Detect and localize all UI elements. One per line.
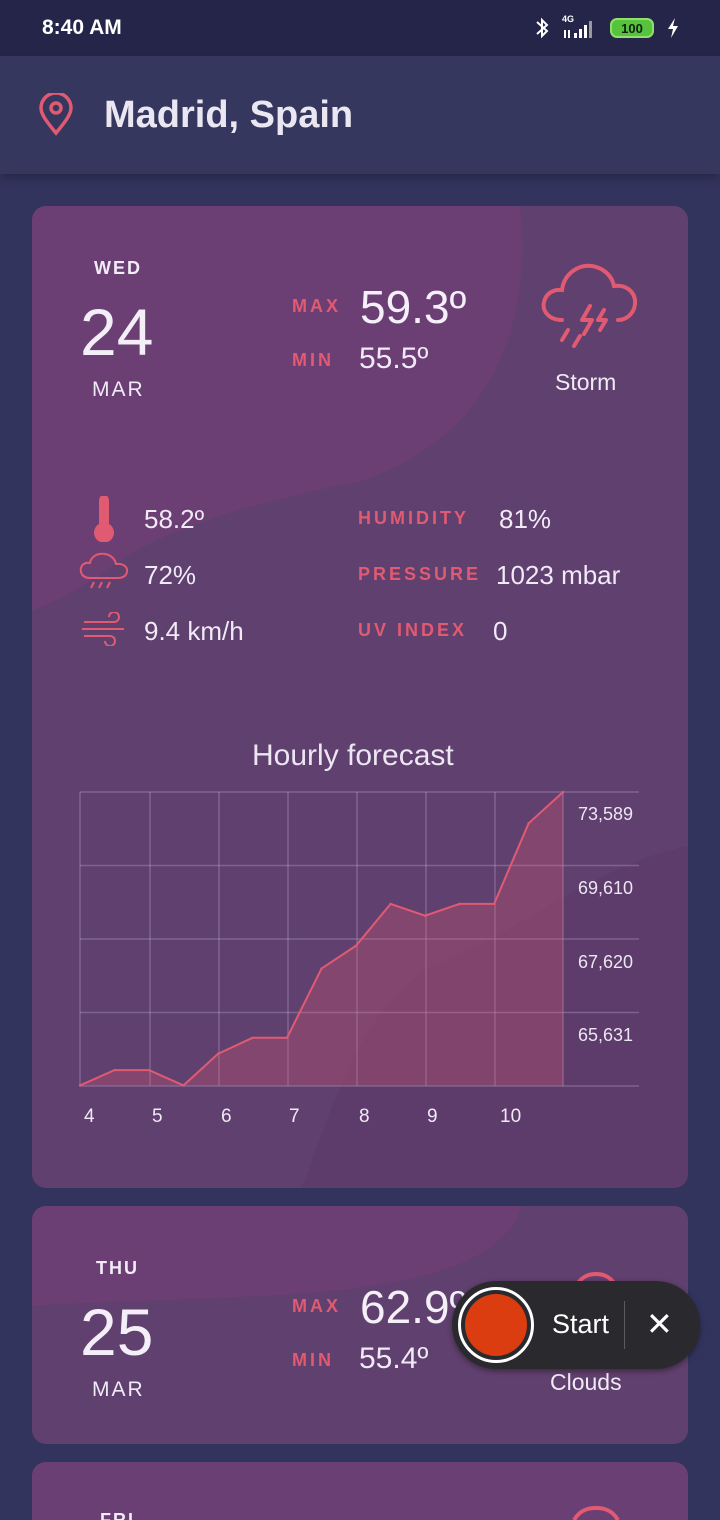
precipitation-value: 72% bbox=[144, 560, 197, 590]
month: MAR bbox=[92, 378, 145, 401]
data-point bbox=[147, 1068, 151, 1072]
bluetooth-icon bbox=[536, 17, 549, 39]
data-point bbox=[320, 967, 323, 970]
max-label: MAX bbox=[292, 1296, 341, 1316]
max-label: MAX bbox=[292, 296, 341, 316]
hourly-forecast-title: Hourly forecast bbox=[252, 739, 454, 772]
status-time: 8:40 AM bbox=[42, 16, 122, 39]
weather-icon bbox=[572, 1506, 620, 1520]
x-tick-label: 4 bbox=[84, 1106, 95, 1127]
signal-icon: 4G bbox=[562, 14, 598, 40]
month: MAR bbox=[92, 1378, 145, 1401]
uv-index-label: UV INDEX bbox=[358, 620, 468, 640]
data-point bbox=[216, 1052, 220, 1055]
y-tick-label: 73,589 bbox=[578, 804, 633, 824]
screen-recorder-control: Start ✕ bbox=[452, 1281, 700, 1369]
location-title: Madrid, Spain bbox=[104, 93, 354, 136]
max-temperature: 59.3º bbox=[360, 281, 467, 333]
min-label: MIN bbox=[292, 350, 334, 370]
data-point bbox=[561, 790, 565, 794]
x-tick-label: 10 bbox=[500, 1106, 521, 1127]
temperature-value: 58.2º bbox=[144, 504, 205, 534]
data-point bbox=[423, 914, 427, 917]
min-temperature: 55.4º bbox=[359, 1342, 429, 1375]
day-of-week: WED bbox=[94, 258, 142, 278]
hourly-forecast-chart: 65,631 67,620 69,610 73,589 4 5 6 7 8 9 10 bbox=[78, 790, 639, 1127]
x-tick-label: 8 bbox=[359, 1106, 370, 1127]
condition-label: Clouds bbox=[550, 1369, 622, 1395]
y-tick-label: 65,631 bbox=[578, 1025, 633, 1045]
status-bar: 8:40 AM 4G 100 bbox=[0, 0, 720, 56]
day-number: 25 bbox=[80, 1295, 154, 1369]
data-point bbox=[389, 902, 392, 906]
x-tick-label: 5 bbox=[152, 1106, 163, 1127]
charging-icon bbox=[668, 18, 678, 38]
battery-icon: 100 bbox=[610, 18, 654, 38]
close-icon[interactable]: ✕ bbox=[646, 1304, 673, 1344]
rain-cloud-icon bbox=[79, 552, 129, 589]
data-point bbox=[182, 1084, 185, 1087]
data-point bbox=[458, 902, 461, 906]
status-icons: 4G 100 bbox=[534, 14, 680, 40]
start-recording-button[interactable]: Start bbox=[552, 1309, 609, 1340]
storm-cloud-icon bbox=[541, 263, 638, 348]
data-point bbox=[492, 902, 496, 906]
data-point bbox=[113, 1068, 116, 1072]
pressure-label: PRESSURE bbox=[358, 564, 482, 584]
uv-index-value: 0 bbox=[493, 616, 508, 646]
data-point bbox=[285, 1036, 289, 1039]
x-tick-label: 6 bbox=[221, 1106, 232, 1127]
thermometer-icon bbox=[94, 496, 114, 542]
max-temperature: 62.9º bbox=[360, 1281, 467, 1333]
day-card-fri[interactable]: FRI bbox=[32, 1462, 688, 1520]
humidity-value: 81% bbox=[499, 504, 552, 534]
day-of-week: THU bbox=[96, 1258, 139, 1278]
divider bbox=[624, 1301, 625, 1349]
data-point bbox=[527, 822, 530, 825]
record-button[interactable] bbox=[458, 1287, 534, 1363]
data-point bbox=[251, 1036, 254, 1039]
data-point bbox=[354, 944, 358, 947]
min-temperature: 55.5º bbox=[359, 342, 429, 375]
app-header: Madrid, Spain bbox=[0, 56, 720, 174]
wind-value: 9.4 km/h bbox=[144, 616, 244, 646]
min-label: MIN bbox=[292, 1350, 334, 1370]
x-tick-label: 7 bbox=[289, 1106, 300, 1127]
condition-label: Storm bbox=[555, 369, 617, 395]
day-card-wed[interactable]: WED 24 MAR MAX 59.3º MIN 55.5º Storm 58.… bbox=[32, 206, 688, 1188]
x-tick-label: 9 bbox=[427, 1106, 438, 1127]
y-tick-label: 67,620 bbox=[578, 952, 633, 972]
data-point bbox=[78, 1084, 82, 1087]
wind-icon bbox=[82, 612, 124, 646]
humidity-label: HUMIDITY bbox=[358, 508, 469, 528]
location-pin-icon bbox=[39, 93, 73, 136]
y-tick-label: 69,610 bbox=[578, 878, 633, 898]
record-icon bbox=[465, 1294, 527, 1356]
day-of-week: FRI bbox=[100, 1510, 135, 1520]
pressure-value: 1023 mbar bbox=[496, 560, 621, 590]
day-number: 24 bbox=[80, 295, 154, 369]
